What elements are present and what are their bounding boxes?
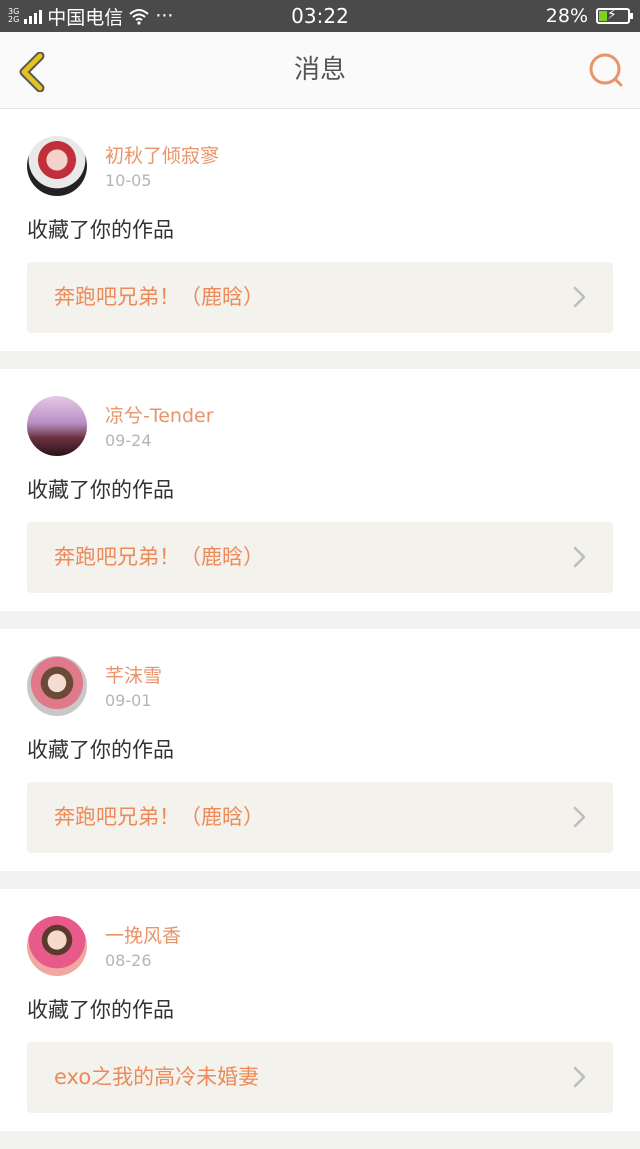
avatar[interactable] [27, 656, 87, 716]
username[interactable]: 凉兮-Tender [105, 401, 214, 428]
message-card: 芊沫雪 09-01 收藏了你的作品 奔跑吧兄弟！（鹿晗） [0, 629, 640, 871]
action-text: 收藏了你的作品 [27, 998, 174, 1022]
search-icon[interactable] [586, 50, 626, 90]
battery-fill [599, 11, 607, 21]
clock: 03:22 [291, 4, 349, 28]
message-date: 09-01 [105, 691, 152, 710]
message-date: 09-24 [105, 431, 152, 450]
chevron-right-icon [573, 286, 586, 308]
action-text: 收藏了你的作品 [27, 218, 174, 242]
chevron-right-icon [573, 546, 586, 568]
action-text: 收藏了你的作品 [27, 738, 174, 762]
page-title: 消息 [293, 55, 346, 85]
message-card: 初秋了倾寂寥 10-05 收藏了你的作品 奔跑吧兄弟！（鹿晗） [0, 109, 640, 351]
status-right: 28% ⚡ [545, 0, 633, 32]
message-list: 初秋了倾寂寥 10-05 收藏了你的作品 奔跑吧兄弟！（鹿晗） 凉兮-Tende… [0, 109, 640, 1149]
work-link[interactable]: 奔跑吧兄弟！（鹿晗） [27, 262, 613, 333]
battery-percent: 28% [545, 5, 588, 27]
message-card: 一挽风香 08-26 收藏了你的作品 exo之我的高冷未婚妻 [0, 889, 640, 1131]
username[interactable]: 一挽风香 [105, 921, 181, 948]
work-title: exo之我的高冷未婚妻 [54, 1065, 260, 1089]
chevron-right-icon [573, 806, 586, 828]
work-link[interactable]: 奔跑吧兄弟！（鹿晗） [27, 782, 613, 853]
avatar[interactable] [27, 396, 87, 456]
avatar[interactable] [27, 916, 87, 976]
work-link[interactable]: 奔跑吧兄弟！（鹿晗） [27, 522, 613, 593]
message-card: 凉兮-Tender 09-24 收藏了你的作品 奔跑吧兄弟！（鹿晗） [0, 369, 640, 611]
action-text: 收藏了你的作品 [27, 478, 174, 502]
username[interactable]: 初秋了倾寂寥 [105, 141, 219, 168]
work-link[interactable]: exo之我的高冷未婚妻 [27, 1042, 613, 1113]
message-date: 10-05 [105, 171, 152, 190]
username[interactable]: 芊沫雪 [105, 661, 162, 688]
chevron-right-icon [573, 1066, 586, 1088]
message-date: 08-26 [105, 951, 152, 970]
avatar[interactable] [27, 136, 87, 196]
nav-bar: 消息 [0, 32, 640, 109]
charging-icon: ⚡ [607, 7, 617, 23]
battery-icon: ⚡ [596, 7, 633, 24]
work-title: 奔跑吧兄弟！（鹿晗） [54, 285, 264, 309]
status-bar: 3G 2G 中国电信 ··· 03:22 28% ⚡ [0, 0, 640, 32]
work-title: 奔跑吧兄弟！（鹿晗） [54, 805, 264, 829]
work-title: 奔跑吧兄弟！（鹿晗） [54, 545, 264, 569]
